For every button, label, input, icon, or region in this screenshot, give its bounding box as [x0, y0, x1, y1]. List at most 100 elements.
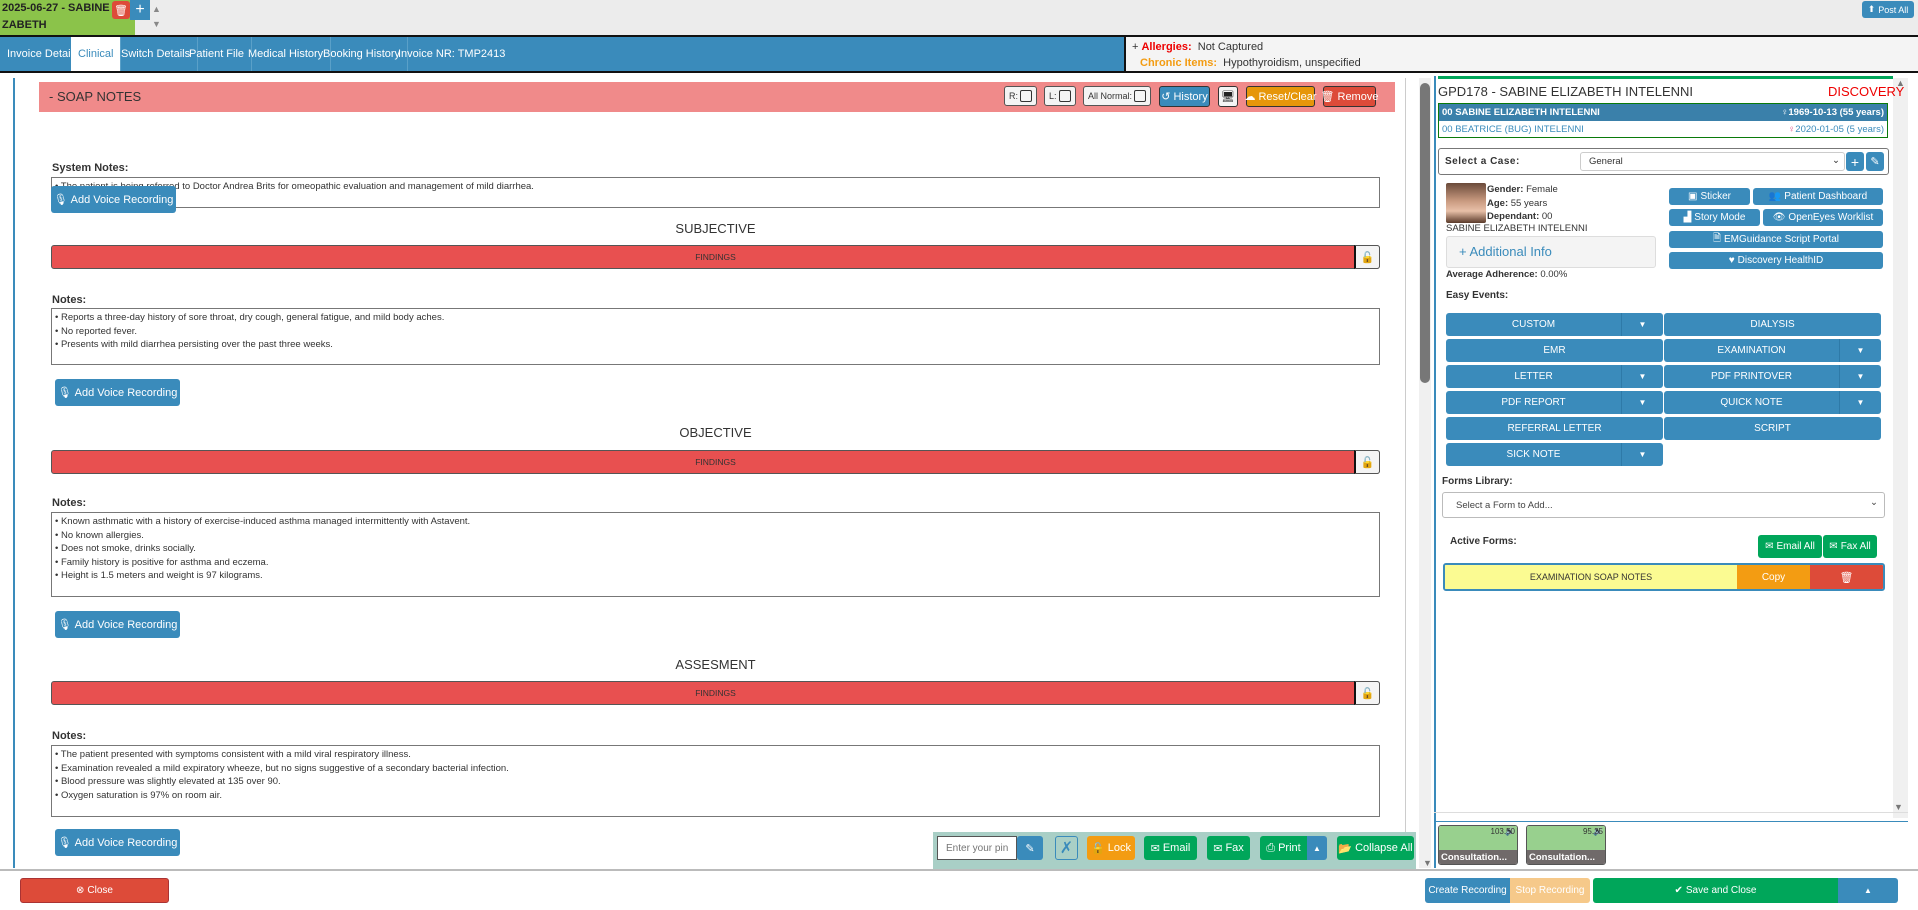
delete-form-button[interactable]: 🗑 — [1810, 565, 1883, 589]
recording-tile[interactable]: 🔊 103.50 Consultation... — [1438, 825, 1518, 865]
signature-pen-button[interactable]: ✎ — [1017, 836, 1043, 860]
add-voice-recording-button[interactable]: 🎙 Add Voice Recording — [55, 829, 180, 856]
unlock-icon[interactable]: 🔓 — [1354, 450, 1380, 474]
add-voice-recording-button[interactable]: 🎙 Add Voice Recording — [51, 186, 176, 213]
print-dropdown-button[interactable]: ▲ — [1307, 836, 1327, 860]
voice-label: Add Voice Recording — [70, 193, 174, 206]
save-and-close-button[interactable]: ✔ Save and Close — [1593, 878, 1838, 903]
event-label: SICK NOTE — [1506, 449, 1561, 460]
email-button[interactable]: ✉ Email — [1144, 836, 1197, 860]
caret-down-icon[interactable]: ▼ — [1621, 365, 1663, 388]
event-quick-note[interactable]: QUICK NOTE ▼ — [1664, 391, 1881, 414]
unlock-icon[interactable]: 🔓 — [1354, 681, 1380, 705]
fax-all-button[interactable]: ✉ Fax All — [1823, 535, 1877, 558]
caret-down-icon[interactable]: ▼ — [1839, 365, 1881, 388]
emguidance-button[interactable]: 🗎 EMGuidance Script Portal — [1669, 231, 1883, 248]
scroll-down-icon[interactable]: ▼ — [1894, 802, 1903, 812]
patient-dashboard-button[interactable]: 👥 Patient Dashboard — [1753, 188, 1883, 205]
monitor-button[interactable]: 🖥 — [1218, 86, 1238, 107]
scroll-down-icon[interactable]: ▼ — [1423, 858, 1432, 868]
system-notes-textarea[interactable]: • The patient is being referred to Docto… — [51, 177, 1380, 208]
edit-case-button[interactable]: ✎ — [1866, 152, 1884, 171]
fax-button[interactable]: ✉ Fax — [1207, 836, 1250, 860]
event-label: PDF PRINTOVER — [1711, 371, 1792, 382]
caret-down-icon[interactable]: ▼ — [1839, 391, 1881, 414]
right-checkbox[interactable]: R: — [1004, 86, 1037, 106]
scrollbar-thumb[interactable] — [1420, 83, 1430, 383]
lock-button[interactable]: 🔓 Lock — [1087, 836, 1135, 860]
close-button[interactable]: ⊗ Close — [20, 878, 169, 903]
additional-info-button[interactable]: + Additional Info — [1446, 236, 1656, 268]
stop-recording-button[interactable]: Stop Recording — [1510, 878, 1590, 903]
event-emr[interactable]: EMR — [1446, 339, 1663, 362]
history-button[interactable]: ↺ History — [1159, 86, 1210, 107]
findings-bar[interactable]: FINDINGS 🔓 — [51, 450, 1380, 474]
subjective-notes-textarea[interactable]: • Reports a three-day history of sore th… — [51, 308, 1380, 365]
event-referral-letter[interactable]: REFERRAL LETTER — [1446, 417, 1663, 440]
story-mode-button[interactable]: ▟ Story Mode — [1669, 209, 1760, 226]
delete-session-button[interactable]: 🗑 — [112, 1, 130, 19]
event-pdf-report[interactable]: PDF REPORT ▼ — [1446, 391, 1663, 414]
case-select[interactable]: General ⌄ — [1580, 152, 1845, 171]
family-member-selected[interactable]: 00 SABINE ELIZABETH INTELENNI ♀1969-10-13… — [1439, 104, 1887, 121]
copy-form-button[interactable]: Copy — [1737, 565, 1810, 589]
note-line: • No reported fever. — [55, 325, 138, 337]
top-bar — [0, 0, 1918, 35]
collapse-all-button[interactable]: 📂 Collapse All — [1337, 836, 1414, 860]
session-scroll-arrows[interactable]: ▲ ▼ — [152, 2, 161, 32]
eraser-icon: ☁ — [1244, 91, 1256, 103]
forms-placeholder: Select a Form to Add... — [1456, 500, 1553, 511]
left-scrollbar[interactable] — [1419, 78, 1431, 868]
event-examination[interactable]: EXAMINATION ▼ — [1664, 339, 1881, 362]
reset-clear-button[interactable]: ☁ Reset/Clear — [1244, 86, 1317, 107]
openeyes-worklist-button[interactable]: 👁 OpenEyes Worklist — [1763, 209, 1883, 226]
add-session-button[interactable]: + — [130, 0, 150, 20]
caret-down-icon[interactable]: ▼ — [1621, 391, 1663, 414]
forms-library-select[interactable]: Select a Form to Add... ⌄ — [1442, 492, 1885, 518]
event-letter[interactable]: LETTER ▼ — [1446, 365, 1663, 388]
caret-down-icon[interactable]: ▼ — [1621, 443, 1663, 466]
save-options-dropdown[interactable]: ▲ — [1838, 878, 1898, 903]
soap-notes-title[interactable]: - SOAP NOTES — [49, 89, 141, 104]
print-button[interactable]: ⎙ Print — [1260, 836, 1307, 860]
signature-button[interactable]: ✗ — [1055, 836, 1078, 860]
lock-icon: 🔓 — [1091, 842, 1105, 855]
envelope-icon: ✉ — [1765, 541, 1774, 552]
section-title-objective: OBJECTIVE — [679, 425, 752, 440]
caret-down-icon[interactable]: ▼ — [1839, 339, 1881, 362]
right-scrollbar[interactable]: ▲ — [1893, 78, 1908, 818]
post-all-button[interactable]: ⬆ Post All — [1862, 1, 1914, 18]
recording-duration: 95.25 — [1582, 827, 1603, 836]
recording-tile[interactable]: 🔊 95.25 Consultation... — [1526, 825, 1606, 865]
add-case-button[interactable]: + — [1846, 152, 1864, 171]
objective-notes-textarea[interactable]: • Known asthmatic with a history of exer… — [51, 512, 1380, 597]
caret-down-icon[interactable]: ▼ — [1621, 313, 1663, 336]
event-dialysis[interactable]: DIALYSIS — [1664, 313, 1881, 336]
add-voice-recording-button[interactable]: 🎙 Add Voice Recording — [55, 611, 180, 638]
discovery-healthid-button[interactable]: ♥ Discovery HealthID — [1669, 252, 1883, 269]
remove-button[interactable]: 🗑 Remove — [1320, 86, 1378, 107]
left-checkbox[interactable]: L: — [1044, 86, 1076, 106]
findings-bar[interactable]: FINDINGS 🔓 — [51, 245, 1380, 269]
event-sick-note[interactable]: SICK NOTE ▼ — [1446, 443, 1663, 466]
scroll-up-icon[interactable]: ▲ — [1422, 82, 1431, 92]
fax-all-label: Fax All — [1840, 541, 1871, 552]
sticker-button[interactable]: ▣ Sticker — [1669, 188, 1750, 205]
event-custom[interactable]: CUSTOM ▼ — [1446, 313, 1663, 336]
unlock-icon[interactable]: 🔓 — [1354, 245, 1380, 269]
event-script[interactable]: SCRIPT — [1664, 417, 1881, 440]
add-voice-recording-button[interactable]: 🎙 Add Voice Recording — [55, 379, 180, 406]
email-all-button[interactable]: ✉ Email All — [1758, 535, 1822, 558]
event-pdf-printover[interactable]: PDF PRINTOVER ▼ — [1664, 365, 1881, 388]
assesment-notes-textarea[interactable]: • The patient presented with symptoms co… — [51, 745, 1380, 817]
create-recording-button[interactable]: Create Recording — [1425, 878, 1510, 903]
all-normal-checkbox[interactable]: All Normal: — [1083, 86, 1152, 106]
findings-bar[interactable]: FINDINGS 🔓 — [51, 681, 1380, 705]
trash-icon: 🗑 — [1320, 91, 1335, 103]
note-line: • Known asthmatic with a history of exer… — [55, 516, 471, 527]
pin-input[interactable] — [937, 836, 1017, 860]
eye-icon: 👁 — [1772, 212, 1786, 223]
active-form-name[interactable]: EXAMINATION SOAP NOTES — [1445, 565, 1737, 589]
family-member[interactable]: 00 BEATRICE (BUG) INTELENNI ♀2020-01-05 (… — [1439, 121, 1887, 137]
reset-label: Reset/Clear — [1258, 90, 1317, 103]
